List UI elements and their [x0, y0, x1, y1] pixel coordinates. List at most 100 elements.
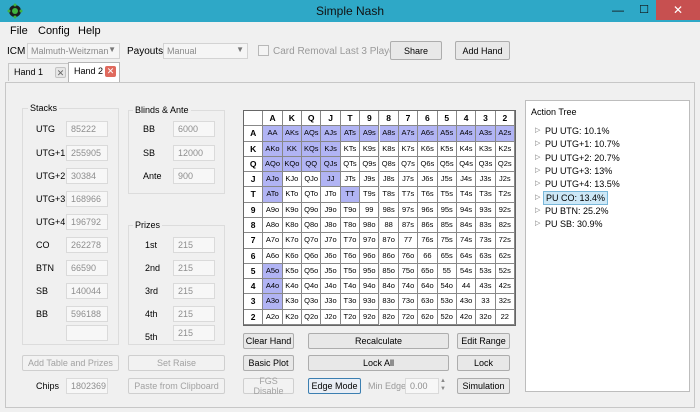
- prize-input[interactable]: 215: [173, 306, 215, 322]
- hand-cell[interactable]: AQs: [302, 126, 322, 142]
- hand-cell[interactable]: A4s: [456, 126, 477, 142]
- hand-cell[interactable]: J9o: [321, 202, 341, 218]
- hand-cell[interactable]: T7s: [398, 187, 419, 203]
- hand-cell[interactable]: 43o: [456, 294, 477, 310]
- hand-cell[interactable]: T2s: [495, 187, 515, 203]
- tab-hand-1[interactable]: Hand 1 ✕: [8, 63, 69, 81]
- hand-cell[interactable]: 64o: [418, 279, 438, 295]
- hand-cell[interactable]: 66: [418, 248, 438, 264]
- hand-cell[interactable]: T6s: [418, 187, 438, 203]
- hand-cell[interactable]: 54s: [456, 263, 477, 280]
- hand-cell[interactable]: A3o: [263, 294, 283, 310]
- menu-help[interactable]: Help: [78, 25, 101, 37]
- tab-hand-2[interactable]: Hand 2 ✕: [68, 62, 120, 82]
- prize-input[interactable]: 215: [173, 283, 215, 299]
- hand-cell[interactable]: 93s: [476, 202, 496, 218]
- hand-cell[interactable]: 82o: [379, 309, 399, 325]
- hand-cell[interactable]: K8o: [282, 218, 303, 234]
- hand-cell[interactable]: A7s: [398, 126, 419, 142]
- tree-node[interactable]: ▷ PU UTG+1: 10.7%: [526, 137, 689, 151]
- prize-input[interactable]: 215: [173, 325, 215, 341]
- hand-cell[interactable]: 82s: [495, 218, 515, 234]
- minimize-icon[interactable]: —: [605, 0, 631, 20]
- hand-cell[interactable]: QTs: [340, 156, 361, 173]
- bb-input[interactable]: 6000: [173, 121, 215, 137]
- hand-cell[interactable]: K2o: [282, 309, 303, 325]
- recalculate-button[interactable]: Recalculate: [308, 333, 449, 349]
- hand-cell[interactable]: 95o: [360, 263, 380, 280]
- hand-cell[interactable]: 94s: [456, 202, 477, 218]
- hand-cell[interactable]: 43s: [476, 279, 496, 295]
- tree-node[interactable]: ▷ PU BTN: 25.2%: [526, 204, 689, 218]
- hand-cell[interactable]: Q6o: [302, 248, 322, 264]
- hand-cell[interactable]: J9s: [360, 172, 380, 188]
- hand-cell[interactable]: ATo: [263, 187, 283, 203]
- hand-cell[interactable]: AQo: [263, 156, 283, 173]
- hand-cell[interactable]: Q3o: [302, 294, 322, 310]
- hand-cell[interactable]: K7o: [282, 233, 303, 249]
- maximize-icon[interactable]: ☐: [631, 0, 657, 20]
- hand-cell[interactable]: QJs: [321, 156, 341, 173]
- hand-cell[interactable]: J4o: [321, 279, 341, 295]
- prize-input[interactable]: 215: [173, 237, 215, 253]
- hand-cell[interactable]: KQo: [282, 156, 303, 173]
- prize-input[interactable]: 215: [173, 260, 215, 276]
- tree-node[interactable]: ▷ PU UTG+3: 13%: [526, 164, 689, 178]
- hand-cell[interactable]: 74s: [456, 233, 477, 249]
- hand-cell[interactable]: 99: [360, 202, 380, 218]
- add-table-prizes-button[interactable]: Add Table and Prizes: [22, 355, 119, 371]
- hand-cell[interactable]: T6o: [340, 248, 361, 264]
- tree-node[interactable]: ▷ PU SB: 30.9%: [526, 217, 689, 231]
- expand-chevron-icon[interactable]: ▷: [535, 164, 540, 178]
- hand-cell[interactable]: Q5o: [302, 263, 322, 280]
- hand-cell[interactable]: 52o: [437, 309, 457, 325]
- spinner-icon[interactable]: ▲ ▼: [440, 377, 446, 393]
- hand-cell[interactable]: K7s: [398, 141, 419, 157]
- hand-cell[interactable]: A6s: [418, 126, 438, 142]
- hand-cell[interactable]: T5o: [340, 263, 361, 280]
- hand-cell[interactable]: T3o: [340, 294, 361, 310]
- tree-node[interactable]: ▷ PU UTG+2: 20.7%: [526, 151, 689, 165]
- hand-cell[interactable]: 85o: [379, 263, 399, 280]
- hand-cell[interactable]: K6o: [282, 248, 303, 264]
- hand-cell[interactable]: 93o: [360, 294, 380, 310]
- hand-cell[interactable]: QQ: [302, 156, 322, 173]
- hand-cell[interactable]: KJo: [282, 172, 303, 188]
- hand-cell[interactable]: Q7o: [302, 233, 322, 249]
- set-raise-button[interactable]: Set Raise: [128, 355, 225, 371]
- hand-cell[interactable]: J8s: [379, 172, 399, 188]
- hand-cell[interactable]: K4o: [282, 279, 303, 295]
- stack-input[interactable]: 262278: [66, 237, 108, 253]
- hand-cell[interactable]: A8o: [263, 218, 283, 234]
- hand-cell[interactable]: 73o: [398, 294, 419, 310]
- hand-cell[interactable]: Q5s: [437, 156, 457, 173]
- clear-hand-button[interactable]: Clear Hand: [243, 333, 294, 349]
- hand-cell[interactable]: 77: [398, 233, 419, 249]
- hand-cell[interactable]: A2s: [495, 126, 515, 142]
- hand-cell[interactable]: 62s: [495, 248, 515, 264]
- hand-cell[interactable]: 96o: [360, 248, 380, 264]
- hand-cell[interactable]: Q9o: [302, 202, 322, 218]
- hand-cell[interactable]: QTo: [302, 187, 322, 203]
- hand-cell[interactable]: AKo: [263, 141, 283, 157]
- hand-cell[interactable]: Q6s: [418, 156, 438, 173]
- hand-cell[interactable]: Q7s: [398, 156, 419, 173]
- hand-cell[interactable]: K3s: [476, 141, 496, 157]
- hand-cell[interactable]: 84o: [379, 279, 399, 295]
- hand-cell[interactable]: 32o: [476, 309, 496, 325]
- lock-all-button[interactable]: Lock All: [308, 355, 449, 371]
- hand-cell[interactable]: 65o: [418, 263, 438, 280]
- hand-cell[interactable]: A8s: [379, 126, 399, 142]
- hand-cell[interactable]: KTs: [340, 141, 361, 157]
- hand-cell[interactable]: K3o: [282, 294, 303, 310]
- hand-cell[interactable]: 88: [379, 218, 399, 234]
- hand-cell[interactable]: K5o: [282, 263, 303, 280]
- expand-chevron-icon[interactable]: ▷: [535, 217, 540, 231]
- add-hand-button[interactable]: Add Hand: [455, 41, 510, 60]
- hand-cell[interactable]: KQs: [302, 141, 322, 157]
- hand-cell[interactable]: 53o: [437, 294, 457, 310]
- card-removal-checkbox[interactable]: [258, 45, 269, 56]
- hand-cell[interactable]: A9s: [360, 126, 380, 142]
- hand-cell[interactable]: 95s: [437, 202, 457, 218]
- hand-cell[interactable]: AJs: [321, 126, 341, 142]
